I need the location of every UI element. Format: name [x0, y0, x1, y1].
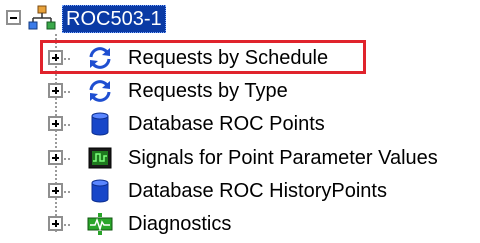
database-cylinder-icon: [86, 177, 114, 205]
tree-item-requests-by-type[interactable]: Requests by Type: [128, 78, 288, 104]
database-cylinder-icon: [86, 110, 114, 138]
refresh-arrows-icon: [86, 77, 114, 105]
expand-toggle[interactable]: [48, 116, 63, 131]
expand-toggle[interactable]: [48, 83, 63, 98]
expand-toggle[interactable]: [48, 216, 63, 231]
tree-item-diagnostics[interactable]: Diagnostics: [128, 211, 231, 237]
network-hierarchy-icon: [28, 4, 56, 32]
collapse-toggle[interactable]: [6, 10, 21, 25]
expand-toggle[interactable]: [48, 183, 63, 198]
diagnostics-network-icon: [86, 210, 114, 238]
tree-item-database-roc-points[interactable]: Database ROC Points: [128, 111, 325, 137]
expand-toggle[interactable]: [48, 150, 63, 165]
tree-item-signals-for-point-parameter-values[interactable]: Signals for Point Parameter Values: [128, 145, 438, 171]
tree-view: ROC503-1 Requests by Schedule Requests b…: [0, 0, 480, 243]
signal-monitor-icon: [86, 144, 114, 172]
root-node-label[interactable]: ROC503-1: [62, 5, 166, 33]
tree-item-database-roc-historypoints[interactable]: Database ROC HistoryPoints: [128, 178, 387, 204]
highlight-annotation-box: [40, 40, 366, 74]
